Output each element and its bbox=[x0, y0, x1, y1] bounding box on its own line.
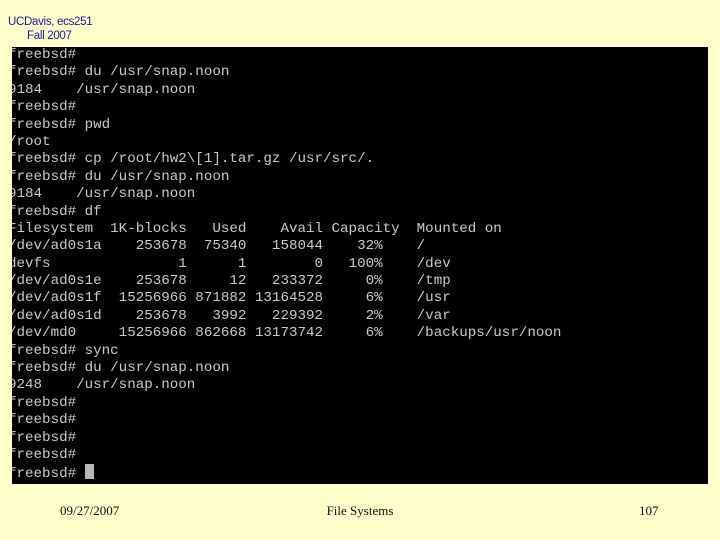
terminal-line: freebsd# df bbox=[12, 203, 102, 220]
term-label: Fall 2007 bbox=[27, 30, 72, 42]
terminal-line: /dev/ad0s1d 253678 3992 229392 2% /var bbox=[12, 307, 451, 324]
terminal-line: freebsd# du /usr/snap.noon bbox=[12, 64, 230, 81]
terminal-line: freebsd# bbox=[12, 412, 77, 429]
terminal-line: freebsd# bbox=[12, 446, 77, 463]
terminal-output: freebsd# freebsd# du /usr/snap.noon 9184 /… bbox=[12, 47, 561, 482]
terminal-line: freebsd# bbox=[12, 429, 77, 446]
terminal-line: Filesystem 1K-blocks Used Avail Capacity… bbox=[12, 220, 502, 237]
terminal-line: /dev/ad0s1e 253678 12 233372 0% /tmp bbox=[12, 273, 451, 290]
terminal-line: freebsd# bbox=[12, 394, 77, 411]
terminal-line: freebsd# du /usr/snap.noon bbox=[12, 168, 230, 185]
terminal-line: freebsd# bbox=[12, 464, 561, 482]
terminal-line: freebsd# du /usr/snap.noon bbox=[12, 360, 230, 377]
cursor bbox=[84, 464, 94, 480]
slide-number: 107 bbox=[639, 503, 659, 518]
terminal-line: freebsd# bbox=[12, 99, 77, 116]
terminal-line: freebsd# cp /root/hw2\[1].tar.gz /usr/sr… bbox=[12, 151, 375, 168]
terminal-line: /root bbox=[12, 133, 51, 150]
slide-header: UCDavis, ecs251 Fall 2007 bbox=[8, 15, 93, 43]
footer-title: File Systems bbox=[326, 503, 394, 518]
terminal-line: 9184 /usr/snap.noon bbox=[12, 81, 196, 98]
terminal-line: 9248 /usr/snap.noon bbox=[12, 377, 196, 394]
terminal-line: freebsd# sync bbox=[12, 342, 119, 359]
terminal-line: 9184 /usr/snap.noon bbox=[12, 186, 196, 203]
terminal-line: /dev/ad0s1a 253678 75340 158044 32% / bbox=[12, 238, 426, 255]
terminal-line: devfs 1 1 0 100% /dev bbox=[12, 255, 451, 272]
terminal-line: freebsd# pwd bbox=[12, 116, 111, 133]
terminal-line: freebsd# bbox=[12, 47, 77, 63]
terminal-line: /dev/ad0s1f 15256966 871882 13164528 6% … bbox=[12, 290, 451, 307]
course-label: UCDavis, ecs251 bbox=[8, 16, 93, 28]
terminal-screenshot: freebsd# freebsd# du /usr/snap.noon 9184 /… bbox=[12, 47, 708, 484]
terminal-line: /dev/md0 15256966 862668 13173742 6% /ba… bbox=[12, 325, 562, 342]
